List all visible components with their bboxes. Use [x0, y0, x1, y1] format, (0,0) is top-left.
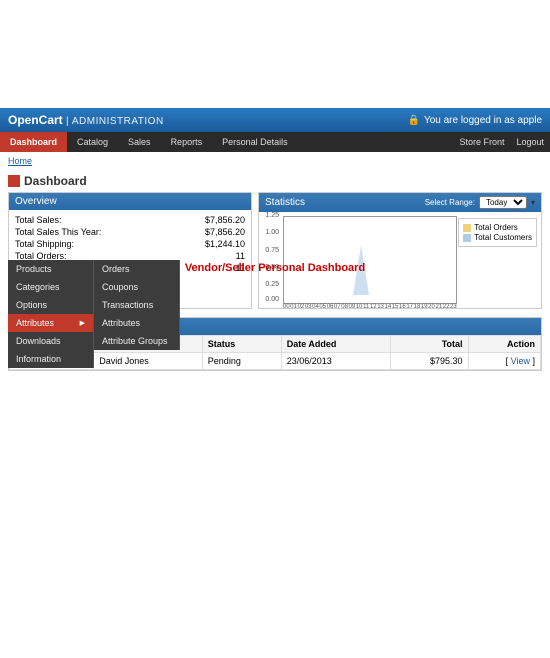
range-label: Select Range:	[425, 198, 475, 207]
ov-label: Total Sales:	[15, 215, 62, 225]
panel-overview-header: Overview	[9, 193, 251, 210]
submenu-attributes[interactable]: Attributes	[94, 314, 179, 332]
panel-stats-header: Statistics Select Range: Today ▾	[259, 193, 541, 212]
submenu-attribute-groups[interactable]: Attribute Groups	[94, 332, 179, 350]
dropdown-col2: Orders Coupons Transactions Attributes A…	[94, 260, 180, 350]
ov-label: Total Sales This Year:	[15, 227, 101, 237]
dropdown-col1: Products Categories Options Attributes▶ …	[8, 260, 94, 368]
cell-total: $795.30	[390, 353, 468, 370]
topbar: OpenCart | ADMINISTRATION 🔒 You are logg…	[0, 108, 550, 132]
link-view[interactable]: View	[511, 356, 530, 366]
ov-value: $7,856.20	[205, 227, 245, 237]
tab-reports[interactable]: Reports	[161, 132, 213, 152]
legend-swatch-customers	[463, 234, 471, 242]
menu-coupons[interactable]: Coupons	[94, 278, 179, 296]
col-date: Date Added	[281, 336, 390, 353]
chart-area	[283, 216, 457, 304]
brand-section: ADMINISTRATION	[72, 116, 164, 127]
ov-value: $7,856.20	[205, 215, 245, 225]
brand-name: OpenCart	[8, 113, 63, 127]
breadcrumb-home[interactable]: Home	[8, 156, 32, 166]
ov-value: $1,244.10	[205, 239, 245, 249]
page-title-row: Dashboard	[8, 174, 542, 188]
breadcrumb: Home	[0, 152, 550, 170]
menu-information[interactable]: Information	[8, 350, 93, 368]
menu-categories[interactable]: Categories	[8, 278, 93, 296]
tab-sales[interactable]: Sales	[118, 132, 161, 152]
tab-catalog[interactable]: Catalog	[67, 132, 118, 152]
col-total: Total	[390, 336, 468, 353]
menu-orders[interactable]: Orders	[94, 260, 179, 278]
stats-body: 1.25 1.00 0.75 0.50 0.25 0.00 Total Orde…	[259, 212, 541, 308]
legend: Total Orders Total Customers	[458, 218, 537, 247]
menu-right: Store Front Logout	[459, 137, 544, 147]
x-axis: 0001020304050607080910111213141516171819…	[283, 304, 457, 310]
chart-spike	[353, 245, 369, 295]
cell-date: 23/06/2013	[281, 353, 390, 370]
stats-title: Statistics	[265, 197, 305, 208]
chevron-down-icon[interactable]: ▾	[531, 198, 535, 207]
link-logout[interactable]: Logout	[516, 137, 544, 147]
brand: OpenCart | ADMINISTRATION	[8, 113, 164, 127]
menu-options[interactable]: Options	[8, 296, 93, 314]
col-status: Status	[202, 336, 281, 353]
cell-action: [ View ]	[468, 353, 540, 370]
ov-label: Total Shipping:	[15, 239, 74, 249]
menu-attributes[interactable]: Attributes▶	[8, 314, 93, 332]
dropdown-menu: Products Categories Options Attributes▶ …	[8, 260, 180, 368]
panel-stats: Statistics Select Range: Today ▾ 1.25 1.…	[258, 192, 542, 309]
home-icon	[8, 175, 20, 187]
legend-swatch-orders	[463, 224, 471, 232]
page-title: Dashboard	[24, 174, 87, 188]
lock-icon: 🔒	[407, 115, 419, 126]
menu-products[interactable]: Products	[8, 260, 93, 278]
link-storefront[interactable]: Store Front	[459, 137, 504, 147]
tab-personal[interactable]: Personal Details	[212, 132, 298, 152]
range-select[interactable]: Today	[479, 196, 527, 209]
tab-dashboard[interactable]: Dashboard	[0, 132, 67, 152]
cell-status: Pending	[202, 353, 281, 370]
col-action: Action	[468, 336, 540, 353]
y-axis: 1.25 1.00 0.75 0.50 0.25 0.00	[261, 212, 281, 308]
main-menu: Dashboard Catalog Sales Reports Personal…	[0, 132, 550, 152]
chevron-right-icon: ▶	[80, 319, 85, 327]
menu-downloads[interactable]: Downloads	[8, 332, 93, 350]
login-status: 🔒 You are logged in as apple	[407, 115, 542, 126]
menu-transactions[interactable]: Transactions	[94, 296, 179, 314]
ov-value: 11	[236, 263, 245, 273]
ov-value: 11	[236, 251, 245, 261]
login-text: You are logged in as apple	[424, 115, 542, 126]
